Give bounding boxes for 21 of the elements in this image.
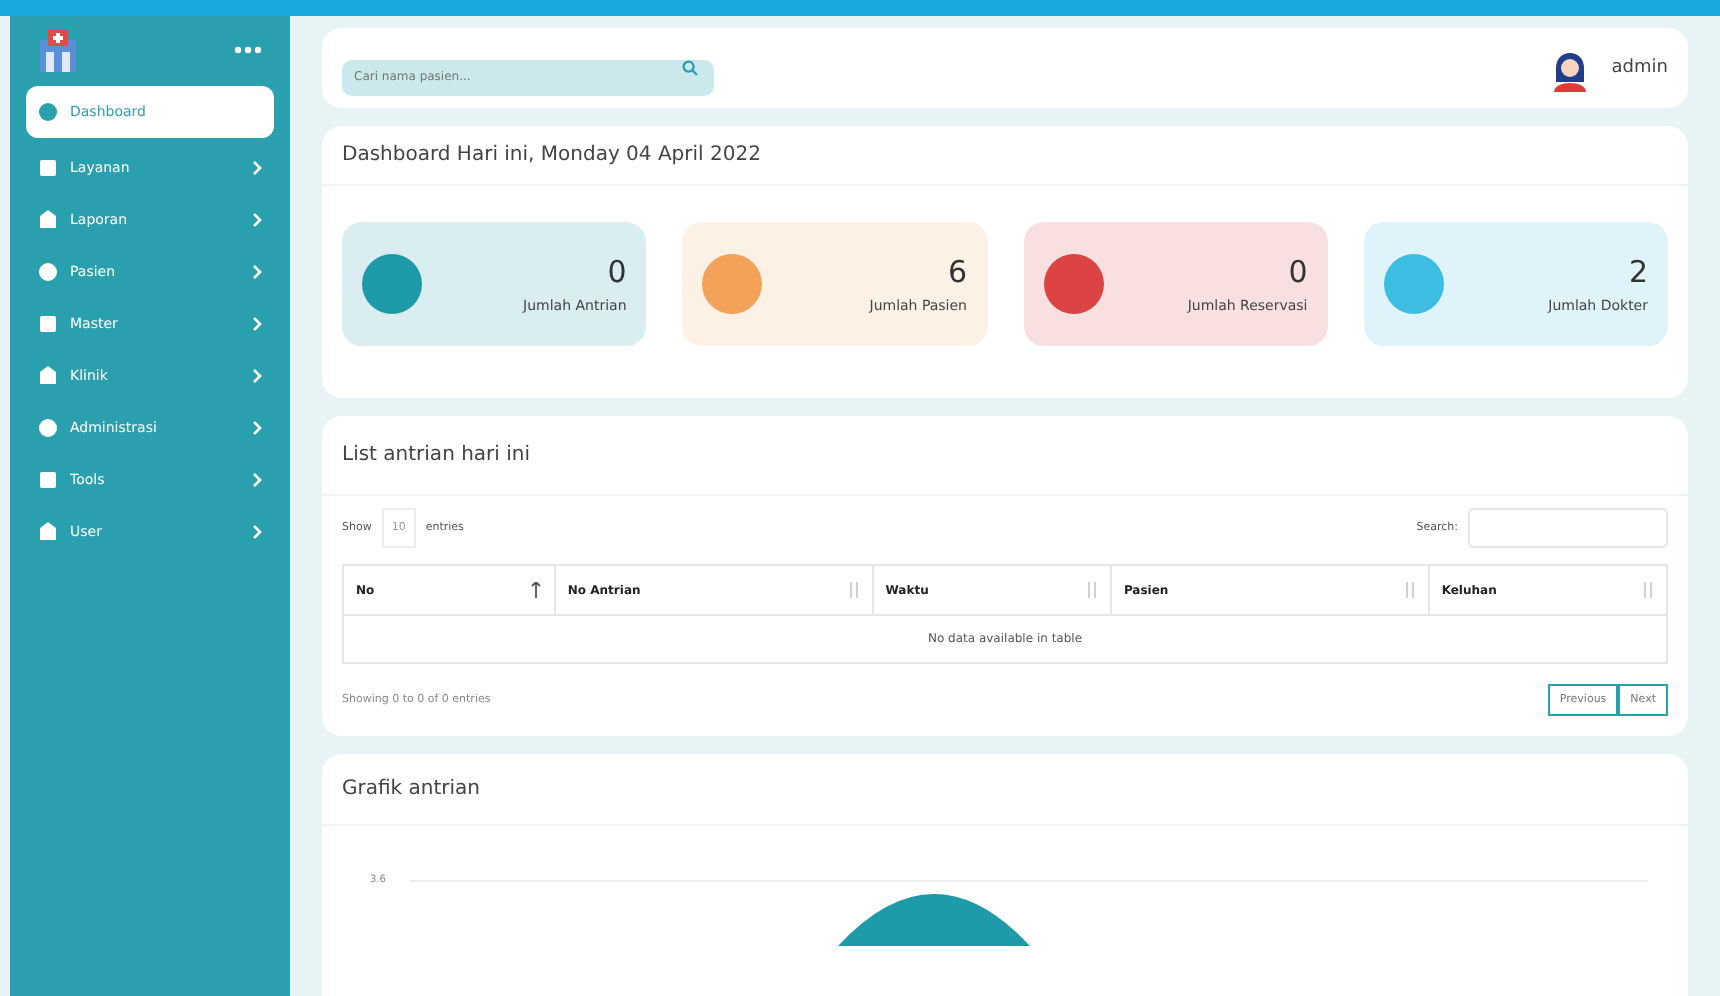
more-icon[interactable]	[234, 46, 262, 54]
menu-icon	[38, 102, 58, 122]
stat-value: 2	[1628, 254, 1648, 290]
menu-icon	[38, 365, 58, 385]
search-icon	[682, 60, 698, 76]
menu-icon	[38, 417, 58, 437]
user-name[interactable]: admin	[1611, 58, 1668, 78]
hospital-icon	[38, 28, 78, 72]
stat-value: 0	[1288, 254, 1308, 290]
panel-title: Grafik antrian	[322, 754, 1688, 826]
menu-icon	[38, 261, 58, 281]
menu-icon	[38, 521, 58, 541]
panel-title: Dashboard Hari ini, Monday 04 April 2022	[322, 126, 1688, 186]
menu-icon	[38, 313, 58, 333]
menu-icon	[38, 469, 58, 489]
table-search-field[interactable]	[1468, 508, 1668, 548]
menu-icon	[38, 209, 58, 229]
panel-title: List antrian hari ini	[322, 416, 1688, 496]
menu-icon	[38, 157, 58, 177]
stat-value: 6	[947, 254, 967, 290]
stat-value: 0	[607, 254, 627, 290]
